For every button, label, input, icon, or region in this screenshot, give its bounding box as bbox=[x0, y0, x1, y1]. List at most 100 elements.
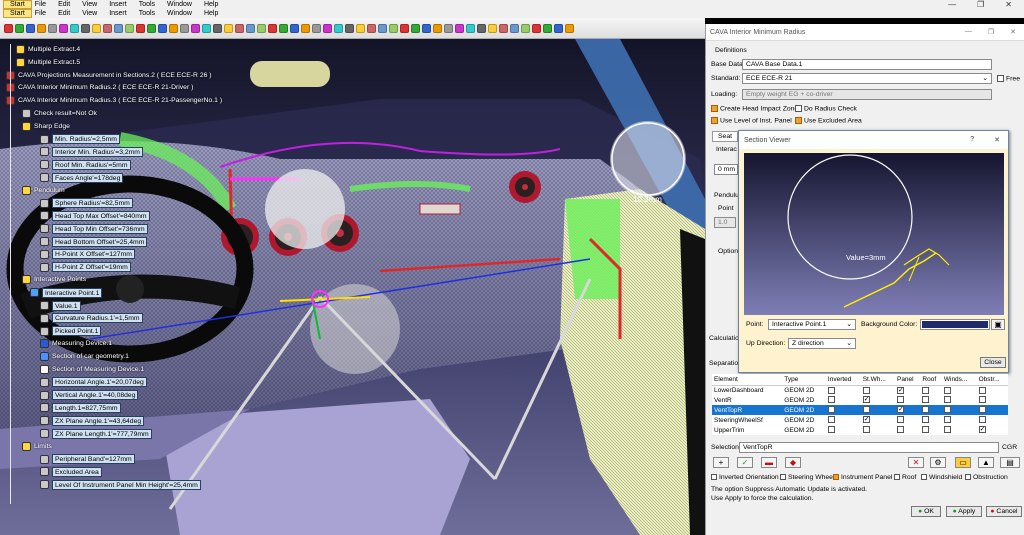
menu-view-doc[interactable]: View bbox=[79, 10, 106, 17]
selection-field[interactable]: VentTopR bbox=[739, 442, 999, 453]
menu-file-doc[interactable]: File bbox=[32, 10, 55, 17]
do-radius-check-checkbox[interactable]: Do Radius Check bbox=[795, 105, 857, 112]
menu-tools[interactable]: Tools bbox=[136, 1, 164, 8]
cgr-button[interactable]: CGR bbox=[1002, 444, 1017, 451]
toolbar-tool-icon[interactable] bbox=[70, 23, 79, 33]
toolbar-tool-icon[interactable] bbox=[367, 23, 376, 33]
row-checkbox[interactable] bbox=[922, 416, 930, 424]
row-checkbox[interactable] bbox=[943, 406, 951, 414]
toolbar-tool-icon[interactable] bbox=[543, 23, 552, 33]
toolbar-tool-icon[interactable] bbox=[323, 23, 332, 33]
toolbar-tool-icon[interactable] bbox=[444, 23, 453, 33]
toolbar-tool-icon[interactable] bbox=[4, 23, 13, 33]
filter-icon[interactable]: ⚙ bbox=[930, 457, 946, 468]
row-checkbox[interactable] bbox=[943, 416, 951, 424]
menu-edit[interactable]: Edit bbox=[55, 1, 79, 8]
table-row[interactable]: UpperTrim GEOM 2D bbox=[712, 425, 1008, 435]
base-data-field[interactable]: CAVA Base Data.1 bbox=[742, 59, 992, 70]
row-checkbox[interactable] bbox=[978, 416, 986, 424]
toolbar-tool-icon[interactable] bbox=[389, 23, 398, 33]
toolbar-tool-icon[interactable] bbox=[477, 23, 486, 33]
offset-field[interactable]: 0 mm bbox=[714, 164, 738, 175]
start-menu-doc[interactable]: Start bbox=[3, 9, 32, 18]
dialog-restore-icon[interactable]: ❐ bbox=[988, 28, 994, 36]
loading-dropdown[interactable]: Empty weight EG + co-driver bbox=[742, 89, 992, 100]
column-header[interactable]: Roof bbox=[920, 374, 942, 386]
row-checkbox[interactable] bbox=[827, 396, 835, 404]
dialog-minimize-icon[interactable]: — bbox=[965, 28, 972, 36]
menu-view[interactable]: View bbox=[79, 1, 106, 8]
toolbar-tool-icon[interactable] bbox=[488, 23, 497, 33]
restore-icon[interactable]: ❐ bbox=[974, 0, 993, 9]
column-header[interactable]: Winds... bbox=[941, 374, 977, 386]
section-view-canvas[interactable]: Value=3mm bbox=[744, 153, 1004, 315]
toolbar-tool-icon[interactable] bbox=[334, 23, 343, 33]
row-checkbox[interactable] bbox=[943, 426, 951, 434]
tree-node[interactable]: Peripheral Band'=127mm bbox=[40, 454, 135, 465]
tree-node[interactable]: Level Of Instrument Panel Min Height'=25… bbox=[40, 479, 201, 490]
tree-node[interactable]: Roof Min. Radius'=5mm bbox=[40, 159, 131, 170]
toolbar-tool-icon[interactable] bbox=[26, 23, 35, 33]
column-header[interactable]: St.Wh... bbox=[860, 374, 895, 386]
toolbar-tool-icon[interactable] bbox=[147, 23, 156, 33]
toolbar-tool-icon[interactable] bbox=[268, 23, 277, 33]
check-icon[interactable]: ✓ bbox=[737, 457, 753, 468]
column-header[interactable]: Panel bbox=[894, 374, 921, 386]
standard-dropdown[interactable]: ECE ECE-R 21 ⌄ bbox=[742, 73, 992, 84]
use-level-checkbox[interactable]: Use Level of Inst. Panel bbox=[711, 117, 792, 124]
tree-node[interactable]: Measuring Device.1 bbox=[40, 338, 112, 349]
toolbar-tool-icon[interactable] bbox=[103, 23, 112, 33]
tree-node[interactable]: Interactive Points bbox=[22, 274, 86, 285]
toolbar-tool-icon[interactable] bbox=[378, 23, 387, 33]
toolbar-tool-icon[interactable] bbox=[422, 23, 431, 33]
row-checkbox[interactable] bbox=[827, 416, 835, 424]
row-checkbox[interactable] bbox=[827, 386, 835, 394]
menu-help-doc[interactable]: Help bbox=[201, 10, 227, 17]
toolbar-tool-icon[interactable] bbox=[125, 23, 134, 33]
tree-node[interactable]: Length.1=827,75mm bbox=[40, 402, 121, 413]
toolbar-tool-icon[interactable] bbox=[191, 23, 200, 33]
row-checkbox[interactable] bbox=[896, 426, 904, 434]
folder-icon[interactable]: ▭ bbox=[955, 457, 971, 468]
toolbar-tool-icon[interactable] bbox=[81, 23, 90, 33]
tree-node[interactable]: Head Top Min Offset'=736mm bbox=[40, 223, 148, 234]
toolbar-tool-icon[interactable] bbox=[565, 23, 574, 33]
tree-node[interactable]: H-Point X Offset'=127mm bbox=[40, 249, 135, 260]
tree-node[interactable]: Pendulum bbox=[22, 185, 65, 196]
close-icon[interactable]: ✕ bbox=[1002, 0, 1021, 9]
remove-icon[interactable]: ▬ bbox=[761, 457, 777, 468]
tree-node[interactable]: Value.1 bbox=[40, 300, 81, 311]
create-head-impact-checkbox[interactable]: Create Head Impact Zone bbox=[711, 105, 798, 112]
tab-seat[interactable]: Seat bbox=[712, 131, 738, 142]
toolbar-tool-icon[interactable] bbox=[92, 23, 101, 33]
sv-up-dropdown[interactable]: Z direction ⌄ bbox=[788, 338, 856, 349]
tree-node[interactable]: CAVA Interior Minimum Radius.2 ( ECE ECE… bbox=[6, 82, 193, 93]
tree-node[interactable]: Curvature Radius.1'=1,5mm bbox=[40, 313, 143, 324]
add-icon[interactable]: + bbox=[713, 457, 729, 468]
tree-node[interactable]: Faces Angle'=178deg bbox=[40, 172, 124, 183]
ok-button[interactable]: ● OK bbox=[911, 506, 941, 517]
column-header[interactable]: Obstr... bbox=[976, 374, 1008, 386]
row-checkbox[interactable] bbox=[922, 426, 930, 434]
row-checkbox[interactable] bbox=[862, 416, 870, 424]
tree-node[interactable]: Min. Radius'=2,5mm bbox=[40, 134, 120, 145]
table-row[interactable]: VentTopR GEOM 2D bbox=[712, 405, 1008, 415]
toolbar-tool-icon[interactable] bbox=[345, 23, 354, 33]
scale-field[interactable]: 1.0 bbox=[714, 217, 736, 228]
tree-node[interactable]: Multiple Extract.5 bbox=[16, 57, 80, 68]
toolbar-tool-icon[interactable] bbox=[499, 23, 508, 33]
row-checkbox[interactable] bbox=[896, 386, 904, 394]
toolbar-tool-icon[interactable] bbox=[180, 23, 189, 33]
menu-window[interactable]: Window bbox=[164, 1, 201, 8]
column-header[interactable]: Element bbox=[712, 374, 783, 386]
toolbar-tool-icon[interactable] bbox=[158, 23, 167, 33]
tree-node[interactable]: Horizontal Angle.1'=20,07deg bbox=[40, 377, 147, 388]
tree-node[interactable]: Section of car geometry.1 bbox=[40, 351, 129, 362]
toolbar-tool-icon[interactable] bbox=[235, 23, 244, 33]
toolbar-tool-icon[interactable] bbox=[455, 23, 464, 33]
tree-node[interactable]: Interactive Point.1 bbox=[30, 287, 103, 298]
toolbar-tool-icon[interactable] bbox=[48, 23, 57, 33]
eraser-icon[interactable]: ◆ bbox=[785, 457, 801, 468]
tree-node[interactable]: Check result=Not Ok bbox=[22, 108, 97, 119]
toolbar-tool-icon[interactable] bbox=[466, 23, 475, 33]
